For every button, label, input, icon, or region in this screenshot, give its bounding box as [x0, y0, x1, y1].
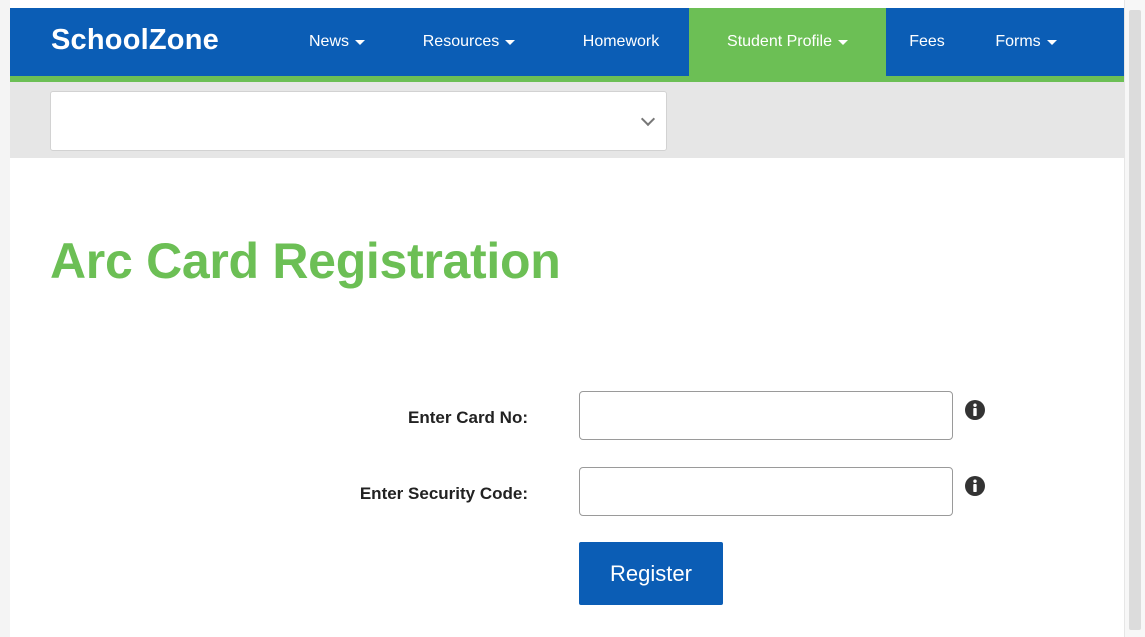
- window-edge: [0, 0, 10, 637]
- top-navbar: SchoolZone News Resources Homework Stude…: [10, 8, 1124, 76]
- card-number-label: Enter Card No:: [408, 408, 528, 427]
- page-title: Arc Card Registration: [50, 233, 561, 289]
- scrollbar[interactable]: [1124, 0, 1145, 637]
- chevron-down-icon: [640, 111, 656, 127]
- nav-item-label: Forms: [995, 33, 1041, 50]
- intro-text: [50, 338, 250, 368]
- nav-item-label: News: [308, 33, 349, 50]
- school-select[interactable]: [50, 91, 667, 151]
- nav-item-homework[interactable]: Homework: [555, 8, 687, 76]
- nav-item-forms[interactable]: Forms: [973, 8, 1079, 76]
- card-number-input[interactable]: [579, 391, 953, 440]
- nav-item-resources[interactable]: Resources: [398, 8, 540, 76]
- selector-band: [10, 82, 1124, 158]
- security-code-input[interactable]: [579, 467, 953, 516]
- caret-down-icon: [1046, 39, 1057, 45]
- register-button[interactable]: Register: [579, 542, 723, 605]
- nav-item-label: Fees: [909, 33, 945, 50]
- nav-item-student-profile[interactable]: Student Profile: [689, 8, 886, 76]
- nav-item-label: Homework: [582, 33, 660, 50]
- page-frame: SchoolZone News Resources Homework Stude…: [0, 0, 1145, 637]
- caret-down-icon: [837, 39, 848, 45]
- school-select-value: [79, 112, 519, 130]
- info-circle-icon[interactable]: [965, 400, 985, 420]
- brand-logo[interactable]: SchoolZone: [51, 24, 219, 57]
- scrollbar-thumb[interactable]: [1129, 10, 1141, 630]
- nav-item-fees[interactable]: Fees: [894, 8, 960, 76]
- info-circle-icon[interactable]: [965, 476, 985, 496]
- nav-item-label: Resources: [422, 33, 500, 50]
- security-code-label: Enter Security Code:: [359, 484, 528, 503]
- nav-item-label: Student Profile: [727, 33, 832, 50]
- caret-down-icon: [505, 39, 516, 45]
- nav-item-news[interactable]: News: [286, 8, 388, 76]
- caret-down-icon: [355, 39, 365, 45]
